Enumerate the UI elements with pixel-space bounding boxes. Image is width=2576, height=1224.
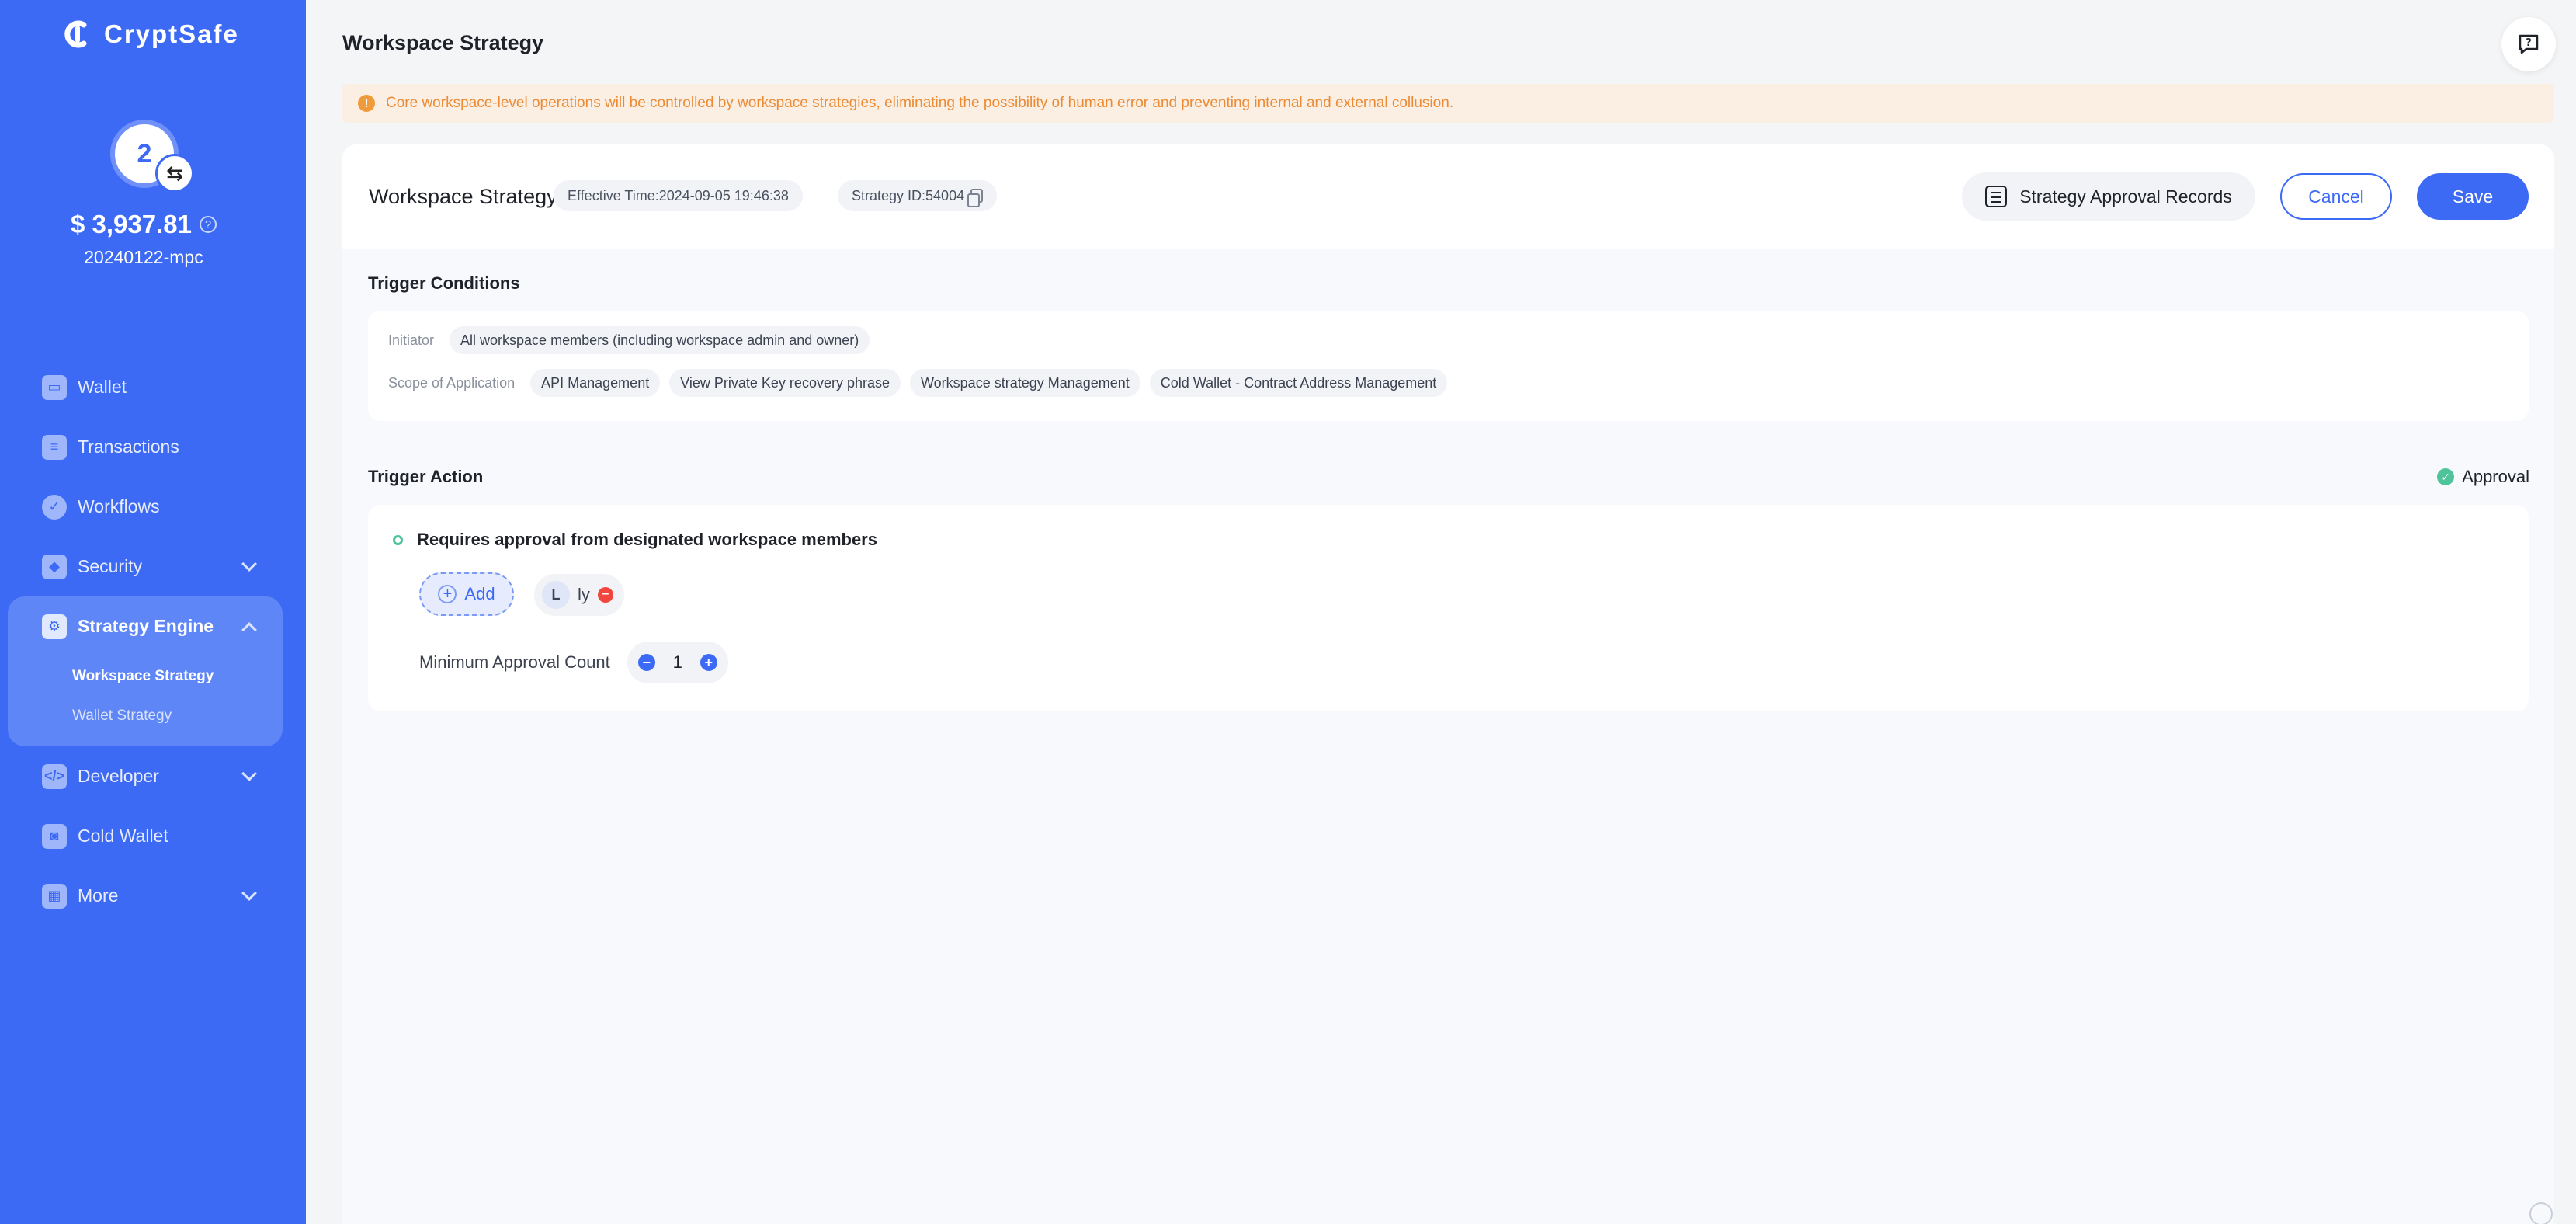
wallet-icon: ▭ xyxy=(42,374,67,400)
sidebar-item-developer[interactable]: </> Developer xyxy=(0,746,306,806)
trigger-action-title: Trigger Action xyxy=(368,467,484,486)
bullet-icon xyxy=(393,534,403,545)
strategy-title: Workspace Strategy xyxy=(369,185,557,208)
save-button[interactable]: Save xyxy=(2417,173,2529,220)
chevron-down-icon xyxy=(241,885,257,901)
approval-status-label: Approval xyxy=(2462,467,2529,486)
sidebar-subitem-wallet-strategy[interactable]: Wallet Strategy xyxy=(8,696,283,735)
developer-icon: </> xyxy=(42,763,67,789)
minimum-approval-row: Minimum Approval Count − 1 + xyxy=(419,642,728,683)
sidebar-item-label: Security xyxy=(78,556,143,576)
cold-wallet-icon: ◙ xyxy=(42,823,67,849)
member-chip: L ly − xyxy=(534,574,624,616)
chevron-down-icon xyxy=(241,766,257,781)
feedback-button[interactable]: ? xyxy=(2501,17,2556,71)
help-icon[interactable]: ? xyxy=(199,216,217,233)
add-label: Add xyxy=(464,584,495,603)
notice-banner: ! Core workspace-level operations will b… xyxy=(342,84,2554,123)
scope-label: Scope of Application xyxy=(388,374,516,391)
sidebar-item-strategy-engine[interactable]: ⚙ Strategy Engine xyxy=(8,596,283,656)
more-grid-icon: ▦ xyxy=(42,883,67,909)
scope-tag: Cold Wallet - Contract Address Managemen… xyxy=(1149,369,1448,397)
check-circle-icon: ✓ xyxy=(2437,468,2455,485)
transactions-icon: ≡ xyxy=(42,434,67,460)
effective-time-badge: Effective Time:2024-09-05 19:46:38 xyxy=(554,180,803,211)
help-corner-icon[interactable] xyxy=(2529,1202,2553,1224)
sidebar-item-label: More xyxy=(78,885,119,906)
scope-row: Scope of Application API Management View… xyxy=(388,369,1448,397)
scope-tag: Workspace strategy Management xyxy=(910,369,1140,397)
trigger-conditions-title: Trigger Conditions xyxy=(368,273,520,293)
workflows-icon: ✓ xyxy=(42,494,67,520)
sidebar-item-label: Transactions xyxy=(78,436,179,457)
member-avatar: L xyxy=(542,581,570,609)
sidebar-nav: ▭ Wallet ≡ Transactions ✓ Workflows ◆ Se… xyxy=(0,357,306,926)
strategy-card: Workspace Strategy Effective Time:2024-0… xyxy=(342,144,2554,1224)
minimum-approval-label: Minimum Approval Count xyxy=(419,652,610,672)
initiator-row: Initiator All workspace members (includi… xyxy=(388,326,870,354)
chevron-up-icon xyxy=(241,622,257,638)
sidebar-item-cold-wallet[interactable]: ◙ Cold Wallet xyxy=(0,806,306,866)
add-member-button[interactable]: + Add xyxy=(419,572,514,616)
sidebar-group-strategy-engine: ⚙ Strategy Engine Workspace Strategy Wal… xyxy=(8,596,283,746)
remove-member-icon[interactable]: − xyxy=(597,587,613,603)
records-icon xyxy=(1985,186,2008,207)
initiator-tag: All workspace members (including workspa… xyxy=(450,326,870,354)
feedback-icon: ? xyxy=(2519,34,2539,54)
chevron-down-icon xyxy=(241,556,257,572)
account-balance: $ 3,937.81 ? xyxy=(0,210,287,239)
strategy-engine-icon: ⚙ xyxy=(42,614,67,639)
strategy-id-badge: Strategy ID:54004 xyxy=(838,180,998,211)
strategy-approval-records-button[interactable]: Strategy Approval Records xyxy=(1962,172,2255,221)
sidebar-item-label: Workflows xyxy=(78,496,160,516)
sidebar-item-label: Wallet xyxy=(78,377,127,397)
sidebar-item-wallet[interactable]: ▭ Wallet xyxy=(0,357,306,417)
minimum-approval-value: 1 xyxy=(672,652,682,672)
sidebar-item-more[interactable]: ▦ More xyxy=(0,866,306,926)
approval-requirement: Requires approval from designated worksp… xyxy=(393,530,877,550)
sidebar-subitem-workspace-strategy[interactable]: Workspace Strategy xyxy=(8,656,283,696)
trigger-conditions-panel: Initiator All workspace members (includi… xyxy=(368,311,2529,421)
increment-button[interactable]: + xyxy=(700,654,717,671)
minimum-approval-stepper: − 1 + xyxy=(627,642,728,683)
scope-tag: View Private Key recovery phrase xyxy=(669,369,901,397)
cancel-button[interactable]: Cancel xyxy=(2280,173,2392,220)
sidebar-item-security[interactable]: ◆ Security xyxy=(0,537,306,596)
initiator-label: Initiator xyxy=(388,332,435,348)
app-name: CryptSafe xyxy=(104,19,239,48)
notice-text: Core workspace-level operations will be … xyxy=(386,95,1454,111)
strategy-header: Workspace Strategy Effective Time:2024-0… xyxy=(342,144,2554,249)
wallet-name: 20240122-mpc xyxy=(84,247,203,267)
plus-icon: + xyxy=(438,585,457,603)
sidebar-item-label: Developer xyxy=(78,766,159,786)
copy-icon[interactable] xyxy=(967,189,984,207)
strategy-id: Strategy ID:54004 xyxy=(852,187,965,203)
approval-status: ✓ Approval xyxy=(2437,467,2529,487)
sidebar-item-workflows[interactable]: ✓ Workflows xyxy=(0,477,306,537)
warning-icon: ! xyxy=(358,95,375,112)
workspace-avatar[interactable]: 2 ⇆ xyxy=(110,120,194,200)
trigger-action-panel: Requires approval from designated worksp… xyxy=(368,505,2529,711)
scope-tag: API Management xyxy=(530,369,661,397)
requirement-text: Requires approval from designated worksp… xyxy=(417,530,877,549)
shield-icon: ◆ xyxy=(42,554,67,579)
sidebar-item-label: Strategy Engine xyxy=(78,616,214,636)
member-name: ly xyxy=(578,585,590,604)
sidebar-item-transactions[interactable]: ≡ Transactions xyxy=(0,417,306,477)
records-label: Strategy Approval Records xyxy=(2019,186,2232,207)
page-title: Workspace Strategy xyxy=(342,31,544,54)
sidebar-item-label: Cold Wallet xyxy=(78,826,168,846)
decrement-button[interactable]: − xyxy=(637,654,655,671)
switch-workspace-icon[interactable]: ⇆ xyxy=(155,154,194,193)
logo[interactable]: CryptSafe xyxy=(61,17,239,51)
balance-value: $ 3,937.81 xyxy=(71,210,192,238)
effective-time: Effective Time:2024-09-05 19:46:38 xyxy=(568,187,789,203)
cryptsafe-logo-icon xyxy=(64,20,87,48)
sidebar: CryptSafe 2 ⇆ $ 3,937.81 ? 20240122-mpc … xyxy=(0,0,306,1224)
svg-text:?: ? xyxy=(2526,37,2532,49)
